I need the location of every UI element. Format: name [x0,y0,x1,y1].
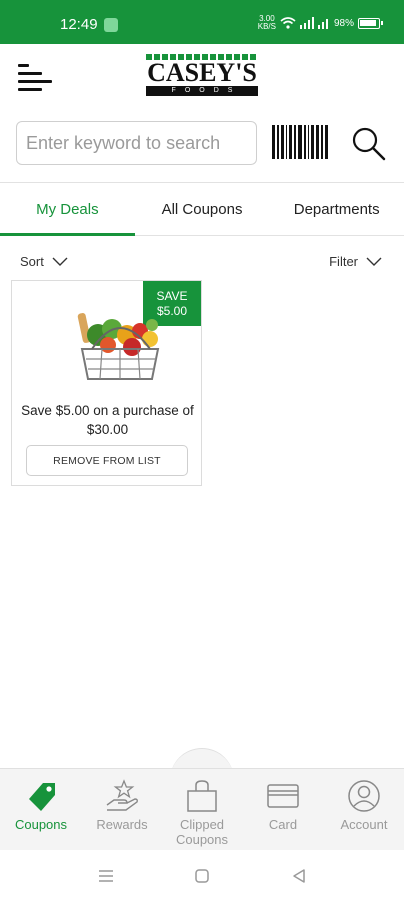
back-icon[interactable] [290,867,308,885]
tag-icon [29,783,55,811]
nav-account-label: Account [340,817,388,832]
home-icon[interactable] [193,867,211,885]
account-icon [348,780,380,812]
nav-card-label: Card [268,817,298,832]
search-icon[interactable] [350,125,386,161]
chevron-down-icon [52,257,68,266]
nav-card[interactable]: Card [243,769,323,832]
wifi-icon [280,17,296,29]
nav-clipped-coupons-label: Clipped Coupons [175,817,229,847]
grocery-basket-icon [77,313,160,380]
battery-icon [358,17,383,29]
nav-coupons-label: Coupons [14,817,68,832]
signal-icon-2 [317,19,328,29]
app-notification-icon [104,18,118,32]
filter-label: Filter [329,254,358,269]
signal-icon [299,17,314,29]
clipped-bag-icon [187,780,217,812]
system-navigation-bar [0,850,404,900]
deal-card[interactable]: SAVE $5.00 Save $5.00 on a purchase of $… [11,280,202,486]
tab-my-deals[interactable]: My Deals [0,183,135,236]
status-indicators: 3.00 KB/S 98% [258,15,383,31]
menu-button[interactable] [18,64,58,96]
recent-apps-icon[interactable] [97,867,115,885]
caseys-logo: CASEY'S FOODS [146,54,258,98]
battery-percent: 98% [333,17,354,29]
filter-button[interactable]: Filter [329,254,382,269]
status-bar: 12:49 3.00 KB/S 98% [0,0,404,44]
logo-text: CASEY'S [147,58,257,87]
card-icon [267,784,299,808]
rewards-hand-star-icon [106,779,138,811]
nav-clipped-coupons[interactable]: Clipped Coupons [162,769,242,847]
nav-account[interactable]: Account [324,769,404,832]
search-row [0,114,404,178]
remove-from-list-button[interactable]: REMOVE FROM LIST [26,445,188,476]
tab-all-coupons[interactable]: All Coupons [135,183,270,235]
network-speed-unit: KB/S [257,22,276,31]
status-time: 12:49 [60,16,98,33]
chevron-down-icon [366,257,382,266]
nav-coupons[interactable]: Coupons [1,769,81,832]
barcode-scan-button[interactable] [272,125,328,159]
sort-button[interactable]: Sort [20,254,68,269]
nav-rewards[interactable]: Rewards [82,769,162,832]
deal-tabs: My Deals All Coupons Departments [0,182,404,236]
notification-dot [18,64,29,67]
bottom-navigation: Coupons Rewards Clipped Coupons Card Acc… [0,768,404,850]
save-badge-line1: SAVE [156,289,188,303]
network-speed: 3.00 KB/S [258,15,276,31]
search-input[interactable] [16,121,257,165]
nav-rewards-label: Rewards [96,817,148,832]
app-header: CASEY'S FOODS [0,44,404,114]
logo-subtext: FOODS [146,86,258,96]
deal-description: Save $5.00 on a purchase of $30.00 [21,403,194,437]
sort-label: Sort [20,254,44,269]
tab-departments[interactable]: Departments [269,183,404,235]
